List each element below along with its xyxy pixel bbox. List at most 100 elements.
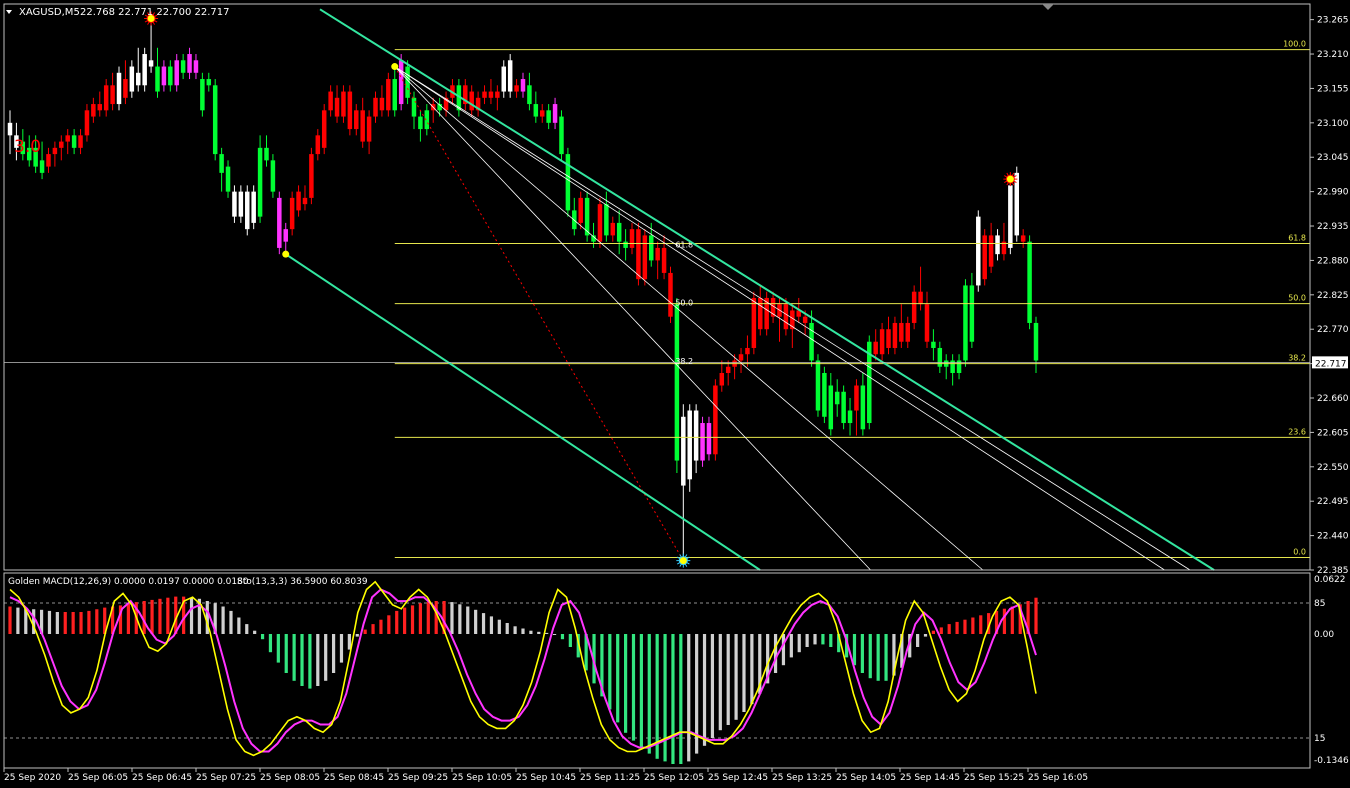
candle-body[interactable]: [206, 79, 212, 86]
candle-body[interactable]: [969, 285, 975, 342]
candle-body[interactable]: [59, 141, 64, 148]
candle-body[interactable]: [321, 110, 327, 148]
candle-body[interactable]: [899, 322, 904, 342]
candle-body[interactable]: [309, 154, 314, 198]
candle-body[interactable]: [277, 197, 282, 248]
candle-body[interactable]: [552, 104, 558, 123]
candle-body[interactable]: [238, 191, 244, 217]
candle-body[interactable]: [700, 423, 705, 461]
candle-body[interactable]: [636, 229, 641, 280]
candle-body[interactable]: [758, 297, 763, 330]
candle-body[interactable]: [180, 60, 186, 73]
candle-body[interactable]: [129, 66, 135, 92]
candle-body[interactable]: [661, 247, 667, 273]
candle-body[interactable]: [84, 110, 90, 136]
candle-body[interactable]: [264, 147, 269, 161]
candle-body[interactable]: [123, 79, 128, 98]
candle-body[interactable]: [623, 241, 628, 248]
candle-body[interactable]: [315, 135, 321, 155]
candle-body[interactable]: [71, 135, 77, 148]
candle-body[interactable]: [283, 229, 288, 242]
candle-body[interactable]: [289, 197, 295, 230]
candle-body[interactable]: [193, 60, 199, 73]
candle-body[interactable]: [578, 197, 583, 223]
candle-body[interactable]: [187, 54, 192, 73]
trading-chart[interactable]: 100.061.850.038.223.60.061.850.038.2 23.…: [0, 0, 1350, 788]
candle-body[interactable]: [629, 229, 635, 248]
candle-body[interactable]: [725, 366, 731, 373]
candle-body[interactable]: [693, 410, 699, 461]
anchor-dot[interactable]: [282, 250, 290, 258]
anchor-dot[interactable]: [391, 63, 399, 71]
candle-body[interactable]: [488, 91, 494, 98]
candle-body[interactable]: [604, 204, 609, 236]
candle-body[interactable]: [905, 322, 910, 342]
candle-body[interactable]: [251, 191, 256, 223]
candle-body[interactable]: [360, 110, 365, 142]
candle-body[interactable]: [886, 329, 891, 348]
candle-body[interactable]: [546, 110, 551, 123]
candle-body[interactable]: [257, 147, 263, 217]
candle-body[interactable]: [200, 79, 205, 111]
candle-body[interactable]: [995, 235, 1000, 255]
candle-body[interactable]: [873, 341, 878, 355]
candle-body[interactable]: [225, 166, 231, 192]
candle-body[interactable]: [610, 222, 616, 236]
candle-body[interactable]: [854, 385, 859, 411]
candle-body[interactable]: [911, 291, 917, 323]
candle-body[interactable]: [386, 79, 391, 111]
candle-body[interactable]: [116, 72, 122, 105]
candle-body[interactable]: [681, 416, 686, 486]
candle-body[interactable]: [655, 247, 660, 261]
candle-body[interactable]: [706, 423, 712, 455]
candle-body[interactable]: [411, 97, 417, 117]
candle-body[interactable]: [982, 235, 987, 280]
candle-body[interactable]: [527, 85, 532, 105]
candle-body[interactable]: [751, 297, 757, 348]
candle-body[interactable]: [1027, 241, 1032, 323]
candle-body[interactable]: [46, 154, 51, 167]
candle-body[interactable]: [168, 66, 173, 86]
candle-body[interactable]: [495, 91, 500, 98]
candle-body[interactable]: [565, 154, 571, 211]
candle-body[interactable]: [296, 191, 301, 211]
candle-body[interactable]: [501, 66, 507, 92]
candle-body[interactable]: [514, 85, 519, 92]
candle-body[interactable]: [847, 410, 853, 424]
candle-body[interactable]: [988, 235, 994, 267]
candle-body[interactable]: [354, 110, 359, 130]
candle-body[interactable]: [136, 72, 141, 86]
candle-body[interactable]: [713, 385, 718, 455]
candle-body[interactable]: [719, 372, 725, 386]
candle-body[interactable]: [212, 85, 218, 155]
candle-body[interactable]: [270, 160, 276, 192]
candle-body[interactable]: [39, 160, 45, 173]
candle-body[interactable]: [392, 79, 397, 111]
candle-body[interactable]: [347, 91, 353, 130]
candle-body[interactable]: [398, 60, 404, 105]
candle-body[interactable]: [815, 360, 821, 411]
candle-body[interactable]: [507, 60, 513, 92]
candle-body[interactable]: [78, 135, 83, 148]
candle-body[interactable]: [533, 104, 539, 117]
candle-body[interactable]: [97, 104, 103, 111]
candle-body[interactable]: [155, 66, 160, 92]
candle-body[interactable]: [802, 316, 808, 323]
candle-body[interactable]: [469, 91, 474, 111]
candle-body[interactable]: [668, 272, 673, 317]
candle-body[interactable]: [1033, 322, 1039, 361]
candle-body[interactable]: [963, 285, 968, 361]
candle-body[interactable]: [91, 104, 96, 117]
candle-body[interactable]: [142, 54, 147, 86]
candle-body[interactable]: [245, 191, 250, 230]
candle-body[interactable]: [879, 329, 885, 355]
candle-body[interactable]: [1008, 185, 1013, 248]
candle-body[interactable]: [373, 97, 378, 117]
candle-body[interactable]: [103, 85, 109, 111]
candle-body[interactable]: [7, 122, 13, 136]
candle-body[interactable]: [334, 97, 340, 117]
candle-body[interactable]: [822, 372, 827, 417]
candle-body[interactable]: [482, 91, 487, 98]
candle-body[interactable]: [738, 354, 744, 361]
candle-body[interactable]: [174, 60, 179, 86]
